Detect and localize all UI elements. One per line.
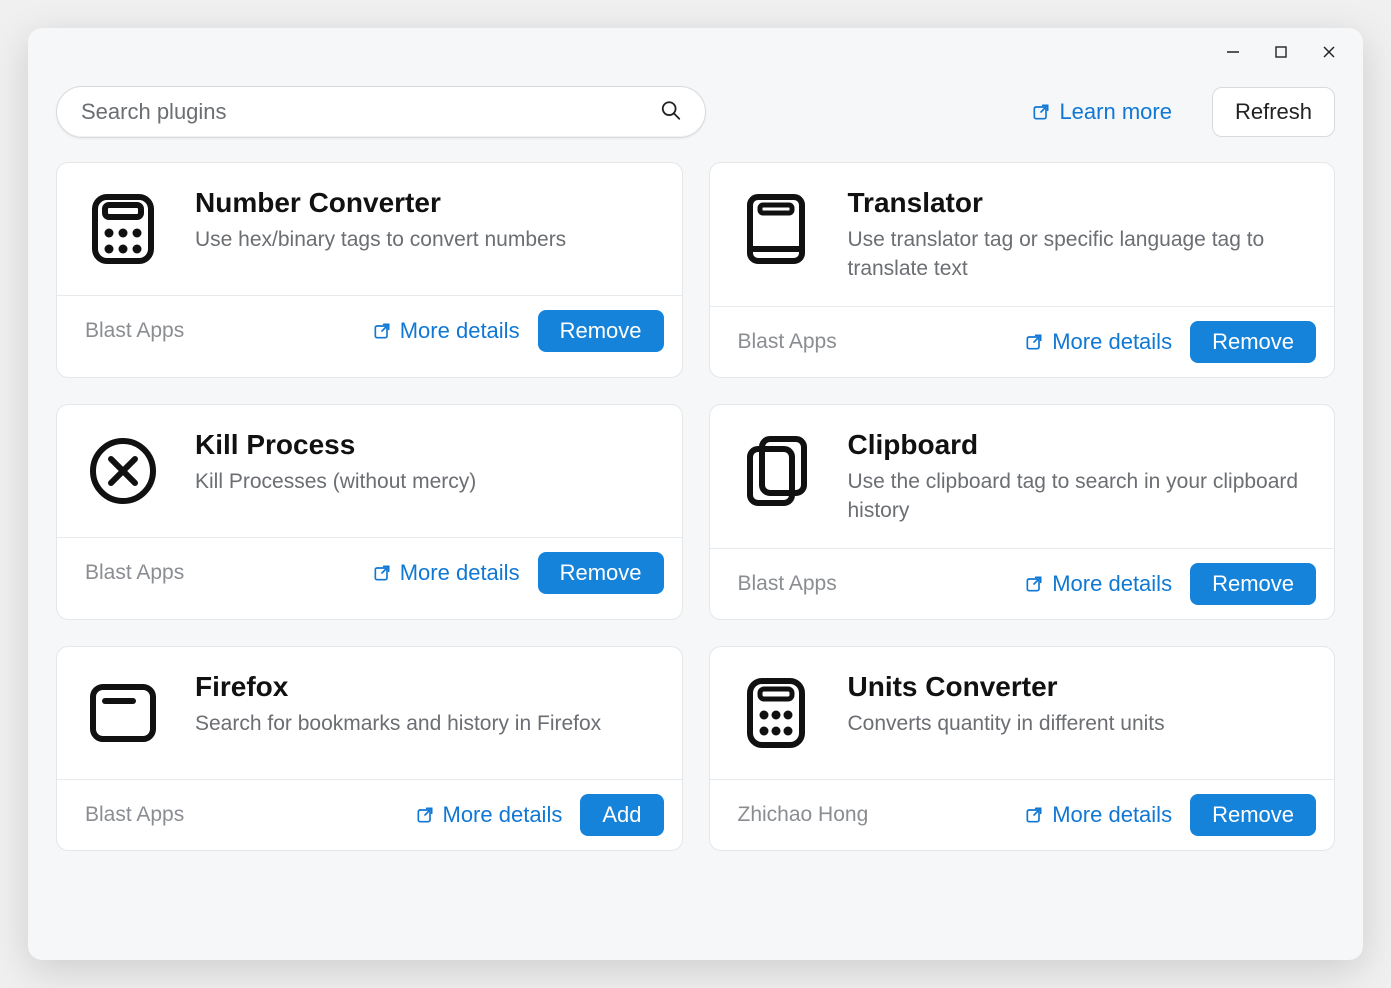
- more-details-link[interactable]: More details: [1020, 565, 1176, 603]
- plugin-card: Firefox Search for bookmarks and history…: [56, 646, 683, 851]
- plugin-card-top: Kill Process Kill Processes (without mer…: [57, 405, 682, 537]
- plugin-card-bottom: Blast Apps More details Remove: [710, 548, 1335, 619]
- plugin-grid: Number Converter Use hex/binary tags to …: [56, 162, 1335, 851]
- plugin-title: Units Converter: [848, 671, 1307, 703]
- more-details-label: More details: [400, 318, 520, 344]
- plugin-title: Clipboard: [848, 429, 1307, 461]
- minimize-button[interactable]: [1209, 32, 1257, 72]
- close-button[interactable]: [1305, 32, 1353, 72]
- plugin-card-top: Number Converter Use hex/binary tags to …: [57, 163, 682, 295]
- plugin-card: Clipboard Use the clipboard tag to searc…: [709, 404, 1336, 620]
- plugin-list-scroll[interactable]: Number Converter Use hex/binary tags to …: [28, 162, 1363, 960]
- more-details-link[interactable]: More details: [368, 554, 524, 592]
- search-button[interactable]: [656, 96, 686, 129]
- titlebar: [28, 28, 1363, 76]
- plugin-author: Zhichao Hong: [738, 803, 1007, 827]
- plugin-card-bottom: Zhichao Hong More details Remove: [710, 779, 1335, 850]
- calculator2-icon: [732, 669, 820, 757]
- plugin-card: Translator Use translator tag or specifi…: [709, 162, 1336, 378]
- plugin-description: Use translator tag or specific language …: [848, 225, 1307, 284]
- refresh-button[interactable]: Refresh: [1212, 87, 1335, 137]
- remove-button[interactable]: Remove: [1190, 563, 1316, 605]
- search-icon: [660, 100, 682, 122]
- plugin-description: Use the clipboard tag to search in your …: [848, 467, 1307, 526]
- plugin-manager-window: Learn more Refresh Number Converter Use …: [28, 28, 1363, 960]
- minimize-icon: [1226, 45, 1240, 59]
- external-link-icon: [415, 805, 435, 825]
- plugin-card-bottom: Blast Apps More details Remove: [710, 306, 1335, 377]
- plugin-card-bottom: Blast Apps More details Remove: [57, 295, 682, 366]
- remove-button[interactable]: Remove: [1190, 321, 1316, 363]
- more-details-label: More details: [1052, 571, 1172, 597]
- external-link-icon: [1024, 574, 1044, 594]
- plugin-title: Translator: [848, 187, 1307, 219]
- add-button[interactable]: Add: [580, 794, 663, 836]
- browser-icon: [79, 669, 167, 757]
- plugin-description: Search for bookmarks and history in Fire…: [195, 709, 654, 738]
- external-link-icon: [372, 321, 392, 341]
- plugin-card-text: Translator Use translator tag or specifi…: [848, 185, 1307, 284]
- plugin-card-bottom: Blast Apps More details Add: [57, 779, 682, 850]
- plugin-author: Blast Apps: [85, 803, 397, 827]
- remove-button[interactable]: Remove: [1190, 794, 1316, 836]
- more-details-label: More details: [443, 802, 563, 828]
- plugin-card-text: Clipboard Use the clipboard tag to searc…: [848, 427, 1307, 526]
- plugin-card-top: Translator Use translator tag or specifi…: [710, 163, 1335, 306]
- calculator-icon: [79, 185, 167, 273]
- plugin-description: Kill Processes (without mercy): [195, 467, 654, 496]
- learn-more-link[interactable]: Learn more: [1031, 99, 1172, 125]
- toolbar: Learn more Refresh: [28, 76, 1363, 162]
- maximize-button[interactable]: [1257, 32, 1305, 72]
- plugin-card: Number Converter Use hex/binary tags to …: [56, 162, 683, 378]
- more-details-link[interactable]: More details: [1020, 796, 1176, 834]
- remove-button[interactable]: Remove: [538, 552, 664, 594]
- plugin-card: Kill Process Kill Processes (without mer…: [56, 404, 683, 620]
- plugin-title: Firefox: [195, 671, 654, 703]
- clipboard-icon: [732, 427, 820, 515]
- plugin-card-top: Firefox Search for bookmarks and history…: [57, 647, 682, 779]
- external-link-icon: [1031, 102, 1051, 122]
- plugin-card-text: Firefox Search for bookmarks and history…: [195, 669, 654, 738]
- search-input[interactable]: [56, 86, 706, 138]
- more-details-link[interactable]: More details: [368, 312, 524, 350]
- plugin-title: Kill Process: [195, 429, 654, 461]
- maximize-icon: [1274, 45, 1288, 59]
- plugin-title: Number Converter: [195, 187, 654, 219]
- plugin-card-text: Units Converter Converts quantity in dif…: [848, 669, 1307, 738]
- external-link-icon: [372, 563, 392, 583]
- plugin-card-top: Clipboard Use the clipboard tag to searc…: [710, 405, 1335, 548]
- plugin-card: Units Converter Converts quantity in dif…: [709, 646, 1336, 851]
- close-icon: [1322, 45, 1336, 59]
- plugin-card-text: Kill Process Kill Processes (without mer…: [195, 427, 654, 496]
- learn-more-label: Learn more: [1059, 99, 1172, 125]
- plugin-author: Blast Apps: [738, 572, 1007, 596]
- more-details-label: More details: [400, 560, 520, 586]
- plugin-description: Converts quantity in different units: [848, 709, 1307, 738]
- plugin-card-bottom: Blast Apps More details Remove: [57, 537, 682, 608]
- plugin-description: Use hex/binary tags to convert numbers: [195, 225, 654, 254]
- more-details-link[interactable]: More details: [411, 796, 567, 834]
- plugin-author: Blast Apps: [85, 319, 354, 343]
- external-link-icon: [1024, 805, 1044, 825]
- external-link-icon: [1024, 332, 1044, 352]
- more-details-link[interactable]: More details: [1020, 323, 1176, 361]
- search-wrap: [56, 86, 706, 138]
- more-details-label: More details: [1052, 802, 1172, 828]
- xcircle-icon: [79, 427, 167, 515]
- book-icon: [732, 185, 820, 273]
- more-details-label: More details: [1052, 329, 1172, 355]
- plugin-card-top: Units Converter Converts quantity in dif…: [710, 647, 1335, 779]
- plugin-card-text: Number Converter Use hex/binary tags to …: [195, 185, 654, 254]
- plugin-author: Blast Apps: [738, 330, 1007, 354]
- remove-button[interactable]: Remove: [538, 310, 664, 352]
- plugin-author: Blast Apps: [85, 561, 354, 585]
